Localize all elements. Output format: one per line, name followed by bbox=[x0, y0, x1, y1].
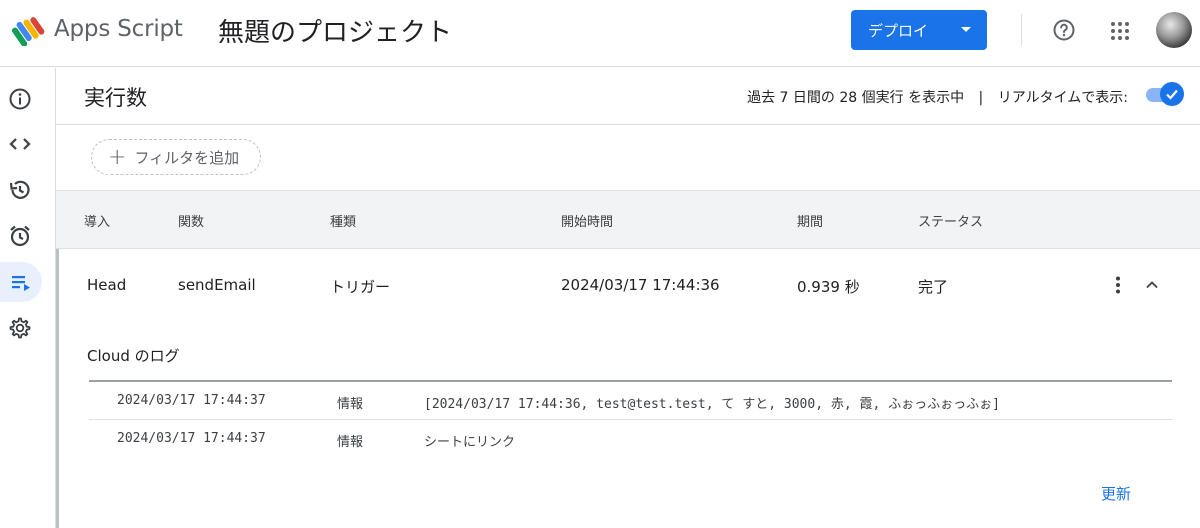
add-filter-button[interactable]: + フィルタを追加 bbox=[91, 139, 261, 175]
table-row[interactable]: Head sendEmail トリガー 2024/03/17 17:44:36 … bbox=[56, 249, 1200, 323]
log-entry[interactable]: 2024/03/17 17:44:37 情報 [2024/03/17 17:44… bbox=[89, 382, 1172, 420]
caret-down-icon bbox=[961, 27, 971, 32]
sidebar-item-overview[interactable] bbox=[0, 79, 40, 119]
realtime-toggle[interactable] bbox=[1142, 82, 1186, 106]
chevron-up-icon[interactable] bbox=[1140, 273, 1164, 297]
separator: | bbox=[978, 90, 984, 106]
log-entry[interactable]: 2024/03/17 17:44:37 情報 シートにリンク bbox=[89, 420, 1172, 458]
deploy-button-label: デプロイ bbox=[868, 21, 929, 40]
cell-type: トリガー bbox=[330, 278, 391, 296]
add-filter-label: フィルタを追加 bbox=[134, 148, 240, 167]
log-table: 2024/03/17 17:44:37 情報 [2024/03/17 17:44… bbox=[89, 380, 1172, 458]
column-header-start-time[interactable]: 開始時間 bbox=[561, 211, 613, 230]
filter-bar: + フィルタを追加 bbox=[56, 125, 1200, 190]
log-message: [2024/03/17 17:44:36, test@test.test, て … bbox=[424, 397, 1000, 412]
help-icon[interactable] bbox=[1052, 18, 1076, 42]
plus-icon: + bbox=[108, 144, 127, 170]
execution-count-text: 過去 7 日間の 28 個実行 を表示中 bbox=[747, 90, 965, 106]
main-panel: 実行数 過去 7 日間の 28 個実行 を表示中 | リアルタイムで表示: + … bbox=[56, 68, 1200, 528]
apps-script-logo-icon[interactable] bbox=[10, 14, 46, 46]
log-level: 情報 bbox=[337, 435, 364, 450]
refresh-link[interactable]: 更新 bbox=[1101, 483, 1131, 504]
deploy-button[interactable]: デプロイ bbox=[851, 10, 987, 50]
column-header-type[interactable]: 種類 bbox=[330, 211, 356, 230]
column-header-deployment[interactable]: 導入 bbox=[84, 211, 110, 230]
cell-deployment: Head bbox=[87, 276, 127, 294]
table-header: 導入 関数 種類 開始時間 期間 ステータス bbox=[56, 190, 1200, 249]
log-time: 2024/03/17 17:44:37 bbox=[117, 393, 266, 408]
page-header: 実行数 過去 7 日間の 28 個実行 を表示中 | リアルタイムで表示: bbox=[56, 68, 1200, 125]
cell-status: 完了 bbox=[918, 278, 949, 296]
apps-grid-icon[interactable] bbox=[1108, 19, 1132, 43]
check-icon bbox=[1166, 89, 1178, 100]
divider bbox=[1021, 14, 1022, 46]
history-icon bbox=[9, 180, 30, 199]
gear-icon bbox=[9, 317, 31, 339]
avatar[interactable] bbox=[1156, 12, 1192, 48]
execution-summary: 過去 7 日間の 28 個実行 を表示中 | リアルタイムで表示: bbox=[747, 87, 1128, 107]
realtime-label: リアルタイムで表示: bbox=[997, 90, 1128, 106]
cell-function: sendEmail bbox=[178, 276, 256, 294]
column-header-status[interactable]: ステータス bbox=[918, 211, 983, 230]
toggle-knob bbox=[1160, 82, 1184, 106]
column-header-duration[interactable]: 期間 bbox=[797, 211, 823, 230]
log-level: 情報 bbox=[337, 397, 364, 412]
project-title[interactable]: 無題のプロジェクト bbox=[218, 12, 452, 49]
page-title: 実行数 bbox=[84, 86, 147, 110]
column-header-function[interactable]: 関数 bbox=[178, 211, 204, 230]
cloud-log-panel: Cloud のログ 2024/03/17 17:44:37 情報 [2024/0… bbox=[56, 323, 1200, 528]
alarm-icon bbox=[10, 225, 30, 247]
sidebar-item-settings[interactable] bbox=[0, 308, 40, 348]
sidebar bbox=[0, 68, 56, 528]
log-message: シートにリンク bbox=[424, 435, 516, 450]
more-vert-icon[interactable] bbox=[1106, 273, 1130, 297]
sidebar-item-executions[interactable] bbox=[0, 262, 42, 302]
sidebar-item-editor[interactable] bbox=[0, 124, 40, 164]
log-time: 2024/03/17 17:44:37 bbox=[117, 431, 266, 446]
top-bar: Apps Script 無題のプロジェクト デプロイ bbox=[0, 0, 1200, 67]
app-name[interactable]: Apps Script bbox=[54, 16, 183, 42]
sidebar-item-triggers[interactable] bbox=[0, 216, 40, 256]
cell-duration: 0.939 秒 bbox=[797, 278, 860, 296]
info-icon bbox=[9, 88, 31, 110]
code-icon bbox=[9, 138, 31, 150]
cell-start-time: 2024/03/17 17:44:36 bbox=[561, 276, 720, 294]
executions-icon bbox=[12, 276, 30, 291]
sidebar-item-history[interactable] bbox=[0, 170, 40, 210]
log-title: Cloud のログ bbox=[87, 347, 180, 365]
